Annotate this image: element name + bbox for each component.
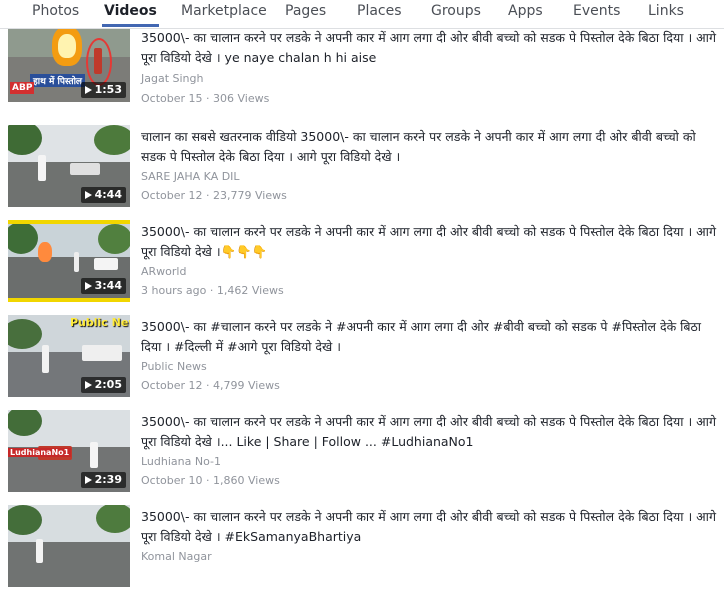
- video-title[interactable]: 35000\- का चालान करने पर लडके ने अपनी का…: [141, 412, 718, 452]
- video-thumbnail[interactable]: 4:44: [8, 125, 130, 207]
- video-duration: 1:53: [80, 82, 126, 98]
- play-icon: [84, 86, 92, 94]
- video-title[interactable]: 35000\- का चालान करने पर लडके ने अपनी का…: [141, 28, 718, 68]
- video-thumbnail[interactable]: हाथ में पिस्तोल ABP 1:53: [8, 20, 130, 102]
- video-result[interactable]: LudhianaNo1 2:39 35000\- का चालान करने प…: [0, 410, 724, 505]
- tab-pages[interactable]: Pages: [285, 0, 326, 26]
- tab-videos[interactable]: Videos: [102, 0, 159, 27]
- tab-places[interactable]: Places: [357, 0, 402, 26]
- tab-apps[interactable]: Apps: [508, 0, 543, 26]
- play-icon: [84, 191, 92, 199]
- video-meta: October 12 · 4,799 Views: [141, 379, 280, 392]
- thumbnail-caption: हाथ में पिस्तोल: [30, 74, 86, 87]
- video-author[interactable]: Jagat Singh: [141, 72, 203, 85]
- play-icon: [84, 476, 92, 484]
- video-meta: October 15 · 306 Views: [141, 92, 270, 105]
- tab-marketplace[interactable]: Marketplace: [181, 0, 267, 26]
- video-title[interactable]: 35000\- का चालान करने पर लडके ने अपनी का…: [141, 222, 718, 262]
- video-meta: October 10 · 1,860 Views: [141, 474, 280, 487]
- thumbnail-caption: LudhianaNo1: [8, 448, 72, 457]
- video-author[interactable]: SARE JAHA KA DIL: [141, 170, 240, 183]
- play-icon: [84, 282, 92, 290]
- video-author[interactable]: Ludhiana No-1: [141, 455, 221, 468]
- channel-badge: ABP: [10, 82, 35, 94]
- search-filter-tabs: Photos Videos Marketplace Pages Places G…: [0, 0, 724, 29]
- video-duration: 4:44: [80, 187, 126, 203]
- video-result[interactable]: Public News 2:05 35000\- का #चालान करने …: [0, 315, 724, 410]
- video-thumbnail[interactable]: Public News 2:05: [8, 315, 130, 397]
- tab-photos[interactable]: Photos: [32, 0, 79, 26]
- video-thumbnail[interactable]: [8, 505, 130, 587]
- video-duration: 2:39: [80, 472, 126, 488]
- video-result[interactable]: 4:44 चालान का सबसे खतरनाक वीडियो 35000\-…: [0, 125, 724, 220]
- tab-events[interactable]: Events: [573, 0, 620, 26]
- video-author[interactable]: ARworld: [141, 265, 186, 278]
- tab-groups[interactable]: Groups: [431, 0, 481, 26]
- video-result[interactable]: 35000\- का चालान करने पर लडके ने अपनी का…: [0, 505, 724, 600]
- video-author[interactable]: Public News: [141, 360, 207, 373]
- video-title[interactable]: 35000\- का चालान करने पर लडके ने अपनी का…: [141, 507, 718, 547]
- video-result[interactable]: 3:44 35000\- का चालान करने पर लडके ने अप…: [0, 220, 724, 315]
- video-duration: 3:44: [80, 278, 126, 294]
- video-thumbnail[interactable]: LudhianaNo1 2:39: [8, 410, 130, 492]
- video-result[interactable]: हाथ में पिस्तोल ABP 1:53 35000\- का चाला…: [0, 20, 724, 115]
- video-duration: 2:05: [80, 377, 126, 393]
- play-icon: [84, 381, 92, 389]
- video-meta: October 12 · 23,779 Views: [141, 189, 287, 202]
- video-thumbnail[interactable]: 3:44: [8, 220, 130, 302]
- video-title[interactable]: चालान का सबसे खतरनाक वीडियो 35000\- का च…: [141, 127, 718, 167]
- tab-links[interactable]: Links: [648, 0, 684, 26]
- thumbnail-caption: Public News: [70, 316, 130, 329]
- video-title[interactable]: 35000\- का #चालान करने पर लडके ने #अपनी …: [141, 317, 718, 357]
- video-author[interactable]: Komal Nagar: [141, 550, 212, 563]
- video-meta: 3 hours ago · 1,462 Views: [141, 284, 284, 297]
